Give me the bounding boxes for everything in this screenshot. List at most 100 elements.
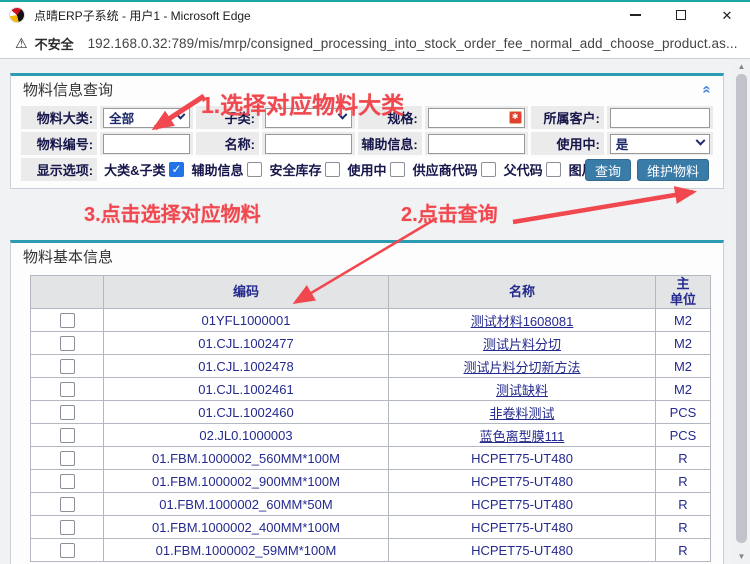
name-input[interactable] bbox=[265, 134, 352, 154]
result-panel-title: 物料基本信息 bbox=[23, 246, 113, 267]
material-code-link[interactable]: 01.CJL.1002460 bbox=[104, 401, 389, 424]
customer-label: 所属客户: bbox=[531, 106, 604, 129]
chevron-down-icon bbox=[696, 136, 706, 146]
option-label: 大类&子类 bbox=[104, 160, 165, 179]
scroll-down-icon[interactable]: ▼ bbox=[733, 549, 750, 564]
scroll-up-icon[interactable]: ▲ bbox=[733, 59, 750, 74]
option-checkbox[interactable] bbox=[247, 162, 262, 177]
unit-header-line2: 单位 bbox=[656, 292, 710, 308]
material-code-input[interactable] bbox=[103, 134, 190, 154]
close-icon: ✕ bbox=[722, 9, 733, 22]
material-code-link[interactable]: 01.CJL.1002461 bbox=[104, 378, 389, 401]
collapse-panel-icon[interactable]: « bbox=[699, 85, 714, 93]
address-bar: ⚠ 不安全 192.168.0.32:789/mis/mrp/consigned… bbox=[0, 28, 750, 59]
material-name-link[interactable]: HCPET75-UT480 bbox=[389, 516, 656, 539]
table-row[interactable]: 02.JL0.1000003 蓝色离型膜111 PCS bbox=[31, 424, 711, 447]
maximize-button[interactable] bbox=[658, 2, 704, 28]
material-name-link[interactable]: 测试材料1608081 bbox=[389, 309, 656, 332]
material-name-link[interactable]: HCPET75-UT480 bbox=[389, 539, 656, 562]
material-code-link[interactable]: 01.FBM.1000002_60MM*50M bbox=[104, 493, 389, 516]
option-parent-code[interactable]: 父代码 bbox=[504, 160, 561, 179]
option-aux-info[interactable]: 辅助信息 bbox=[192, 160, 262, 179]
row-checkbox[interactable] bbox=[60, 359, 75, 374]
material-unit: M2 bbox=[656, 378, 711, 401]
material-name-link[interactable]: HCPET75-UT480 bbox=[389, 493, 656, 516]
category-selected-value: 全部 bbox=[109, 108, 134, 127]
material-info-panel: 物料基本信息 编码 名称 主 单位 01YFL1000001 测试材料16080… bbox=[10, 240, 724, 564]
row-checkbox[interactable] bbox=[60, 313, 75, 328]
option-safety-stock[interactable]: 安全库存 bbox=[270, 160, 340, 179]
option-checkbox[interactable] bbox=[390, 162, 405, 177]
table-row[interactable]: 01.FBM.1000002_400MM*100M HCPET75-UT480 … bbox=[31, 516, 711, 539]
row-checkbox[interactable] bbox=[60, 382, 75, 397]
annotation-step1: 1.选择对应物料大类 bbox=[201, 86, 404, 120]
material-name-link[interactable]: 蓝色离型膜111 bbox=[389, 424, 656, 447]
material-name-link[interactable]: 非卷料测试 bbox=[389, 401, 656, 424]
minimize-button[interactable] bbox=[612, 2, 658, 28]
row-checkbox[interactable] bbox=[60, 428, 75, 443]
row-checkbox[interactable] bbox=[60, 451, 75, 466]
table-row[interactable]: 01.FBM.1000002_560MM*100M HCPET75-UT480 … bbox=[31, 447, 711, 470]
row-checkbox[interactable] bbox=[60, 497, 75, 512]
close-button[interactable]: ✕ bbox=[704, 2, 750, 28]
option-supplier-code[interactable]: 供应商代码 bbox=[413, 160, 496, 179]
table-row[interactable]: 01.CJL.1002478 测试片料分切新方法 M2 bbox=[31, 355, 711, 378]
material-code-link[interactable]: 01.CJL.1002478 bbox=[104, 355, 389, 378]
option-checkbox[interactable] bbox=[169, 162, 184, 177]
url-text[interactable]: 192.168.0.32:789/mis/mrp/consigned_proce… bbox=[88, 36, 738, 51]
option-checkbox[interactable] bbox=[325, 162, 340, 177]
material-code-link[interactable]: 01.FBM.1000002_900MM*100M bbox=[104, 470, 389, 493]
material-name-link[interactable]: HCPET75-UT480 bbox=[389, 447, 656, 470]
row-checkbox[interactable] bbox=[60, 405, 75, 420]
material-category-select[interactable]: 全部 bbox=[103, 108, 190, 128]
material-code-link[interactable]: 02.JL0.1000003 bbox=[104, 424, 389, 447]
row-checkbox[interactable] bbox=[60, 336, 75, 351]
option-label: 父代码 bbox=[504, 160, 543, 179]
table-row[interactable]: 01YFL1000001 测试材料1608081 M2 bbox=[31, 309, 711, 332]
select-column-header bbox=[31, 276, 104, 309]
option-checkbox[interactable] bbox=[481, 162, 496, 177]
name-column-header: 名称 bbox=[389, 276, 656, 309]
table-row[interactable]: 01.CJL.1002477 测试片料分切 M2 bbox=[31, 332, 711, 355]
customer-input[interactable] bbox=[610, 108, 710, 128]
option-in-use[interactable]: 使用中 bbox=[348, 160, 405, 179]
option-checkbox[interactable] bbox=[546, 162, 561, 177]
page-content: 物料信息查询 « 物料大类: 全部 子类: bbox=[0, 59, 733, 564]
table-row[interactable]: 01.FBM.1000002_60MM*50M HCPET75-UT480 R bbox=[31, 493, 711, 516]
scrollbar-thumb[interactable] bbox=[736, 74, 747, 543]
row-checkbox[interactable] bbox=[60, 474, 75, 489]
window-title: 点晴ERP子系统 - 用户1 - Microsoft Edge bbox=[34, 7, 251, 24]
material-code-link[interactable]: 01YFL1000001 bbox=[104, 309, 389, 332]
security-label[interactable]: 不安全 bbox=[35, 34, 74, 53]
window-top-accent bbox=[0, 0, 750, 2]
material-name-link[interactable]: HCPET75-UT480 bbox=[389, 470, 656, 493]
option-label: 供应商代码 bbox=[413, 160, 478, 179]
table-row[interactable]: 01.CJL.1002461 测试缺料 M2 bbox=[31, 378, 711, 401]
category-label: 物料大类: bbox=[21, 106, 97, 129]
maintain-material-button[interactable]: 维护物料 bbox=[637, 159, 709, 181]
material-unit: R bbox=[656, 516, 711, 539]
name-label: 名称: bbox=[196, 132, 259, 155]
table-row[interactable]: 01.FBM.1000002_59MM*100M HCPET75-UT480 R bbox=[31, 539, 711, 562]
row-checkbox[interactable] bbox=[60, 520, 75, 535]
in-use-select[interactable]: 是 bbox=[610, 134, 710, 154]
aux-info-label: 辅助信息: bbox=[358, 132, 422, 155]
material-code-link[interactable]: 01.FBM.1000002_560MM*100M bbox=[104, 447, 389, 470]
material-name-link[interactable]: 测试片料分切 bbox=[389, 332, 656, 355]
material-table: 编码 名称 主 单位 01YFL1000001 测试材料1608081 M2 0… bbox=[30, 275, 711, 562]
vertical-scrollbar[interactable]: ▲ ▼ bbox=[733, 59, 750, 564]
search-button[interactable]: 查询 bbox=[585, 159, 631, 181]
option-category-subcategory[interactable]: 大类&子类 bbox=[104, 160, 183, 179]
material-code-link[interactable]: 01.CJL.1002477 bbox=[104, 332, 389, 355]
annotation-step2: 2.点击查询 bbox=[401, 198, 498, 227]
material-code-link[interactable]: 01.FBM.1000002_400MM*100M bbox=[104, 516, 389, 539]
row-checkbox[interactable] bbox=[60, 543, 75, 558]
aux-info-input[interactable] bbox=[428, 134, 525, 154]
table-row[interactable]: 01.CJL.1002460 非卷料测试 PCS bbox=[31, 401, 711, 424]
material-code-link[interactable]: 01.FBM.1000002_59MM*100M bbox=[104, 539, 389, 562]
table-row[interactable]: 01.FBM.1000002_900MM*100M HCPET75-UT480 … bbox=[31, 470, 711, 493]
material-name-link[interactable]: 测试片料分切新方法 bbox=[389, 355, 656, 378]
material-name-link[interactable]: 测试缺料 bbox=[389, 378, 656, 401]
option-label: 辅助信息 bbox=[192, 160, 244, 179]
in-use-selected-value: 是 bbox=[616, 134, 629, 153]
